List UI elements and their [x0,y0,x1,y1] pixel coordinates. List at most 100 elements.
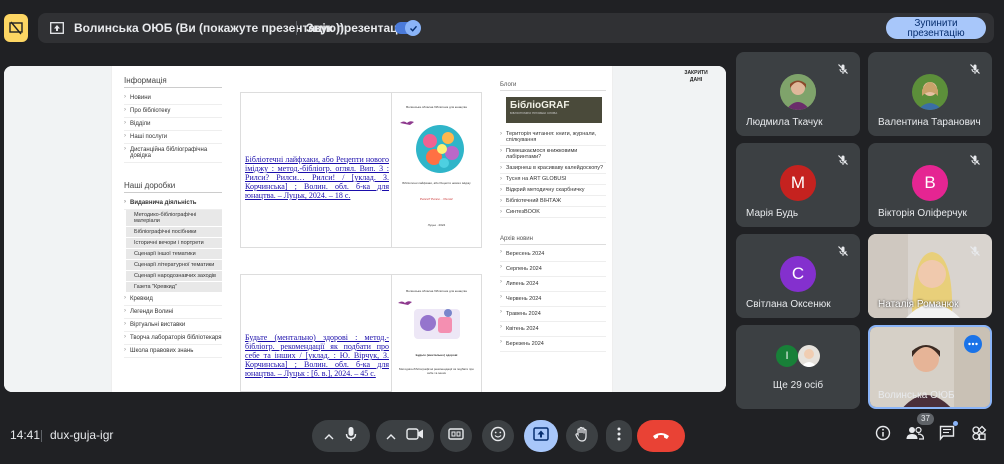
participant-count-badge: 37 [917,413,934,425]
archive-link[interactable]: Вересень 2024 [500,247,606,262]
presentation-sound-toggle[interactable] [395,20,421,36]
publication-link[interactable]: Бібліотечні лайфхаки, або Рецепти нового… [245,155,389,200]
sidebar-sublink[interactable]: Газета "Кревкид" [126,282,222,293]
sidebar-link[interactable]: Про бібліотеку [124,105,222,118]
blog-link[interactable]: Бібліотечний ВІНТАЖ [500,196,606,207]
mic-off-icon [966,242,984,260]
bottom-divider [41,430,42,442]
cover-city: Луцьк · 2024 [427,223,446,227]
presentation-banner: Волинська ОЮБ (Ви (покажуте презентацію)… [38,13,994,43]
blog-link[interactable]: Зазирнеш в красиваву калейдоскопу? [500,163,606,174]
blog-link[interactable]: Тусня на ART GLOBUSI [500,174,606,185]
participant-tile[interactable]: М Марія Будь [736,143,860,227]
more-participants-label: Ще 29 осіб [772,380,824,391]
shared-screen: Інформація Новини Про бібліотеку Відділи… [4,66,726,392]
blog-link[interactable]: Помешкаємося книжковими лабіринтами? [500,146,606,163]
camera-control-group [376,420,434,452]
cover-title: Бібліотечні лайфхаки, або Рецепти нового… [402,181,471,185]
sidebar-link-active[interactable]: Видавнича діяльність [124,197,222,210]
blogs-heading: Блоги [500,82,606,91]
hand-icon [575,426,589,447]
cover-title: Будьте (ментально) здорові [415,353,458,357]
present-screen-button[interactable] [524,420,558,452]
close-data-label[interactable]: ЗАКРИТИ ДАНІ [682,70,710,84]
leave-call-button[interactable] [637,420,685,452]
sidebar-link[interactable]: Кревкид [124,293,222,306]
camera-icon[interactable] [406,427,424,445]
chevron-up-icon[interactable] [324,427,334,445]
self-tile[interactable]: Волинська ОЮБ [868,325,992,409]
sidebar-sublink[interactable]: Бібліографічні посібники [126,227,222,238]
mic-icon[interactable] [344,426,358,447]
participant-name: Марія Будь [746,208,799,219]
sidebar-sublink[interactable]: Сценарії літературної тематики [126,260,222,271]
publication-card: Будьте (ментально) здорові : метод.-бібл… [240,274,482,392]
sidebar-link[interactable]: Легенди Волині [124,306,222,319]
more-options-button[interactable] [606,420,632,452]
blog-link[interactable]: Територія читання: книги, журнали, спілк… [500,129,606,146]
meeting-time: 14:41 [10,428,41,442]
sidebar-link[interactable]: Школа правових знань [124,345,222,358]
activities-icon [971,425,987,446]
sidebar-link[interactable]: Наші послуги [124,131,222,144]
sidebar-section-works: Наші доробки [124,181,222,193]
participant-tile[interactable]: В Вікторія Оліферчук [868,143,992,227]
sidebar-sublink[interactable]: Сценарії народознавчих заходів [126,271,222,282]
presentation-sound-label: Звук презентації [306,21,405,35]
sidebar-link[interactable]: Творча лабораторія бібліотекаря [124,332,222,345]
participant-name: Валентина Таранович [878,117,981,128]
publication-cover[interactable]: Волинська обласна бібліотека для юнацтва [391,93,481,247]
present-screen-icon [50,21,64,39]
presenting-indicator-icon[interactable] [4,14,28,42]
participant-tile[interactable]: С Світлана Оксенюк [736,234,860,318]
more-vert-icon [617,427,621,446]
present-icon [533,426,549,446]
bibliograf-banner[interactable]: БібліоGRAF БІБЛІОГРАФІЯ: ПРОМЕНІ СЛОВА [506,97,602,123]
stop-presentation-button[interactable]: Зупинити презентацію [886,17,986,39]
sidebar-sublink[interactable]: Історичні вечори і портрети [126,238,222,249]
publication-link[interactable]: Будьте (ментально) здорові : метод.-бібл… [245,333,389,378]
activities-button[interactable] [968,424,990,446]
archive-link[interactable]: Травень 2024 [500,307,606,322]
sidebar-link[interactable]: Новини [124,92,222,105]
publication-card: Бібліотечні лайфхаки, або Рецепти нового… [240,92,482,248]
meeting-info-button[interactable] [872,424,894,446]
chat-icon [939,425,955,446]
blog-link[interactable]: СинтезBOOK [500,207,606,218]
sidebar-link[interactable]: Віртуальні виставки [124,319,222,332]
raise-hand-button[interactable] [566,420,598,452]
people-button[interactable] [904,424,926,446]
archive-link[interactable]: Квітень 2024 [500,322,606,337]
archive-link[interactable]: Серпень 2024 [500,262,606,277]
captions-button[interactable] [440,420,472,452]
reactions-button[interactable] [482,420,514,452]
chat-button[interactable] [936,424,958,446]
participant-photo [780,74,816,110]
people-icon [906,426,925,445]
participant-tile[interactable]: Людмила Ткачук [736,52,860,136]
more-options-icon[interactable] [964,335,982,353]
chevron-up-icon[interactable] [386,427,396,445]
bottom-control-bar: 14:41 dux-guja-igr [0,414,1004,464]
more-participants-tile[interactable]: І Ще 29 осіб [736,325,860,409]
sidebar-link[interactable]: Дистанційна бібліографічна довідка [124,144,222,163]
self-name: Волинська ОЮБ [878,390,955,401]
archive-link[interactable]: Березень 2024 [500,337,606,352]
mic-off-icon [834,242,852,260]
participant-name: Людмила Ткачук [746,117,823,128]
sidebar-sublink[interactable]: Сценарії іншої тематики [126,249,222,260]
cover-illustration-icon [410,303,464,348]
archive-link[interactable]: Липень 2024 [500,277,606,292]
participant-tile[interactable]: Наталія Романюк [868,234,992,318]
hangup-icon [652,427,670,445]
sidebar-sublink[interactable]: Методико-бібліографічні матеріали [126,210,222,227]
bibliograf-logo: БібліоGRAF [510,100,570,111]
publication-cover[interactable]: Волинська обласна бібліотека для юнацтва… [391,275,481,392]
archive-link[interactable]: Червень 2024 [500,292,606,307]
participant-tile[interactable]: Валентина Таранович [868,52,992,136]
sidebar-section-info: Інформація [124,76,222,88]
top-bar: Волинська ОЮБ (Ви (покажуте презентацію)… [0,0,1004,56]
blog-link[interactable]: Відкрий методичну скарбничку [500,185,606,196]
captions-icon [448,427,464,445]
sidebar-link[interactable]: Відділи [124,118,222,131]
